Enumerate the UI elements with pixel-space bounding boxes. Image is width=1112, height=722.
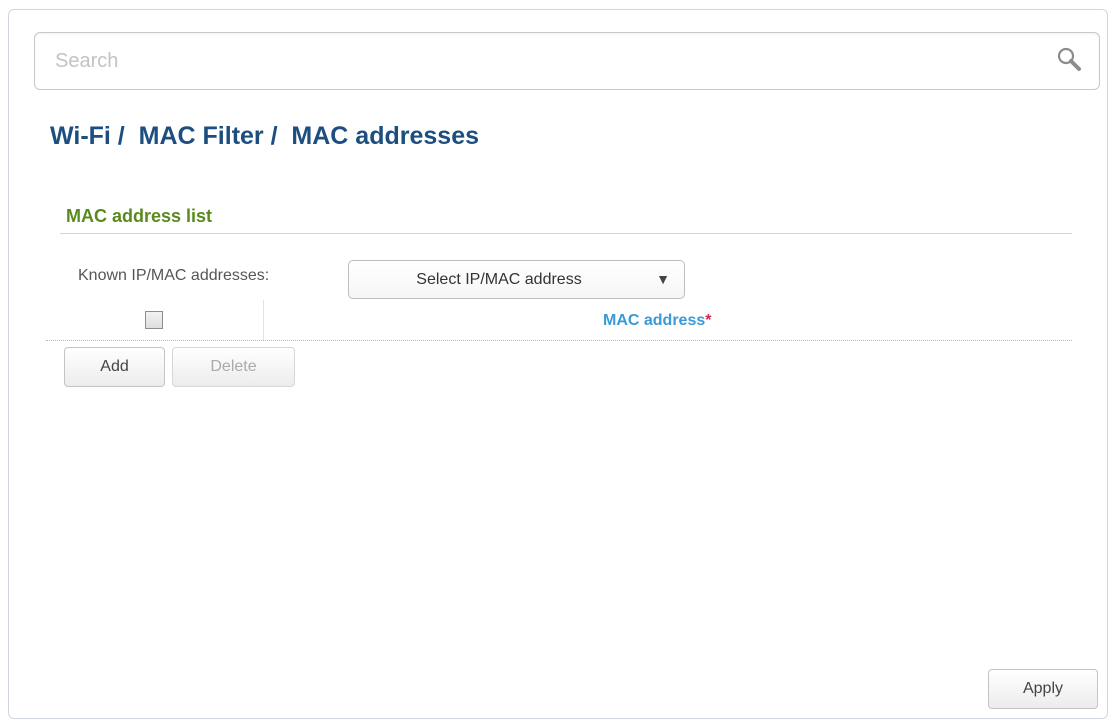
table-header-separator (46, 340, 1072, 341)
add-button[interactable]: Add (64, 347, 165, 387)
section-title: MAC address list (66, 206, 213, 226)
breadcrumb: Wi-Fi / MAC Filter / MAC addresses (50, 122, 480, 150)
dropdown-arrow-icon: ▼ (656, 271, 670, 287)
column-divider (263, 300, 264, 340)
section-divider (60, 233, 1072, 234)
known-addresses-label: Known IP/MAC addresses: (78, 267, 270, 284)
required-mark: * (705, 312, 712, 329)
apply-button[interactable]: Apply (988, 669, 1098, 709)
delete-button[interactable]: Delete (172, 347, 295, 387)
search-icon[interactable] (1055, 45, 1085, 75)
known-addresses-select[interactable]: Select IP/MAC address ▼ (348, 260, 685, 299)
select-value: Select IP/MAC address (416, 271, 582, 288)
select-all-checkbox[interactable] (145, 311, 163, 329)
column-header-mac-address: MAC address* (603, 312, 711, 330)
search-input[interactable] (55, 33, 1015, 89)
search-bar (34, 32, 1100, 90)
column-header-label: MAC address (603, 312, 706, 329)
